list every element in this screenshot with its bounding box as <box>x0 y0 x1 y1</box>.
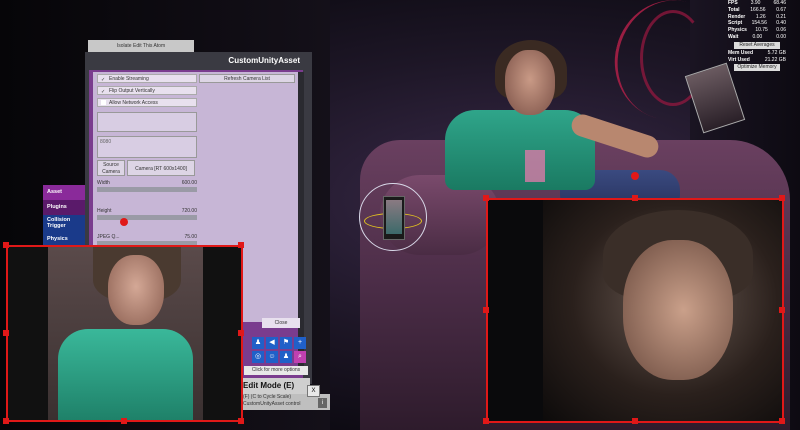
figure-face <box>623 240 733 380</box>
empty-field[interactable] <box>97 112 197 132</box>
phone-screen <box>386 200 402 234</box>
rotate-handle[interactable] <box>120 218 128 226</box>
rotate-handle[interactable] <box>631 172 639 180</box>
person-icon[interactable]: ♟ <box>252 337 264 349</box>
shirt-print <box>525 150 545 182</box>
resize-handle[interactable] <box>483 418 489 424</box>
phone-object[interactable] <box>383 196 405 240</box>
tab-plugins[interactable]: Plugins <box>43 200 85 215</box>
stat-row: Physics 10.75 0.06 <box>728 27 786 34</box>
people-icon[interactable]: ♟ <box>280 351 292 363</box>
stat-row: Wait 0.00 0.00 <box>728 33 786 40</box>
resize-handle[interactable] <box>121 418 127 424</box>
resize-handle[interactable] <box>483 307 489 313</box>
slider-track[interactable] <box>97 215 197 220</box>
search-icon[interactable]: ⌕ <box>294 351 306 363</box>
optimize-memory-button[interactable]: Optimize Memory <box>734 64 780 72</box>
isolate-edit-button[interactable]: Isolate Edit This Atom <box>88 40 194 52</box>
panel-title: CustomUnityAsset <box>228 56 300 65</box>
resize-handle[interactable] <box>3 418 9 424</box>
memory-row: Virt Used 21.22 GB <box>728 56 786 63</box>
camera-select[interactable]: Camera [RT 600x1400] <box>127 160 195 176</box>
user-icon[interactable]: ☺ <box>266 351 278 363</box>
stat-row: Total 166.56 0.67 <box>728 6 786 13</box>
more-options-button[interactable]: Click for more options <box>244 366 308 375</box>
refresh-camera-button[interactable]: Refresh Camera List <box>199 74 295 83</box>
tool-grid: ♟ ◀ ⚑ + ◎ ☺ ♟ ⌕ <box>240 335 308 365</box>
performance-stats: FPS 3.90 68.46 Total 166.56 0.67 Render 1.26 0… <box>728 0 786 72</box>
tab-asset[interactable]: Asset <box>43 185 85 200</box>
resize-handle[interactable] <box>238 418 244 424</box>
resize-handle[interactable] <box>632 195 638 201</box>
resize-handle[interactable] <box>632 418 638 424</box>
reset-averages-button[interactable]: Reset Averages <box>734 41 780 49</box>
camera-view-right[interactable] <box>486 198 784 423</box>
edit-mode-label: Edit Mode (E) <box>240 378 310 394</box>
height-slider[interactable]: Height 720.00 <box>97 208 197 220</box>
stat-row: Render 1.26 0.21 <box>728 13 786 20</box>
info-icon[interactable]: i <box>318 398 327 408</box>
resize-handle[interactable] <box>779 418 785 424</box>
resize-handle[interactable] <box>238 242 244 248</box>
resize-handle[interactable] <box>483 195 489 201</box>
stat-row: Script 154.56 0.40 <box>728 20 786 27</box>
camera-image <box>543 200 782 421</box>
resize-handle[interactable] <box>779 195 785 201</box>
checkmark-icon: ✓ <box>101 77 106 84</box>
source-camera-label: Source Camera <box>97 160 125 176</box>
width-slider[interactable]: Width 600.00 <box>97 180 197 192</box>
close-icon[interactable]: X <box>307 385 320 397</box>
figure-head <box>505 50 555 115</box>
stat-row: FPS 3.90 68.46 <box>728 0 786 6</box>
figure-shirt <box>58 329 193 420</box>
empty-checkbox-icon <box>101 100 106 106</box>
resize-handle[interactable] <box>3 330 9 336</box>
target-icon[interactable]: ◎ <box>252 351 264 363</box>
panel-close-button[interactable]: Close <box>262 318 300 328</box>
speaker-icon[interactable]: ◀ <box>266 337 278 349</box>
slider-track[interactable] <box>97 187 197 192</box>
tab-collision-trigger[interactable]: Collision Trigger <box>43 215 85 232</box>
plus-icon[interactable]: + <box>294 337 306 349</box>
camera-view-left[interactable] <box>6 245 243 422</box>
resize-handle[interactable] <box>238 330 244 336</box>
flip-output-checkbox[interactable]: ✓ Flip Output Vertically <box>97 86 197 95</box>
camera-image <box>48 247 203 420</box>
resize-handle[interactable] <box>779 307 785 313</box>
enable-streaming-checkbox[interactable]: ✓ Enable Streaming <box>97 74 197 83</box>
memory-row: Mem Used 5.72 GB <box>728 49 786 56</box>
checkmark-icon: ✓ <box>101 89 106 96</box>
resize-handle[interactable] <box>3 242 9 248</box>
flag-icon[interactable]: ⚑ <box>280 337 292 349</box>
port-field[interactable]: 8080 <box>97 136 197 158</box>
allow-network-checkbox[interactable]: Allow Network Access <box>97 98 197 107</box>
figure-head <box>108 255 164 325</box>
